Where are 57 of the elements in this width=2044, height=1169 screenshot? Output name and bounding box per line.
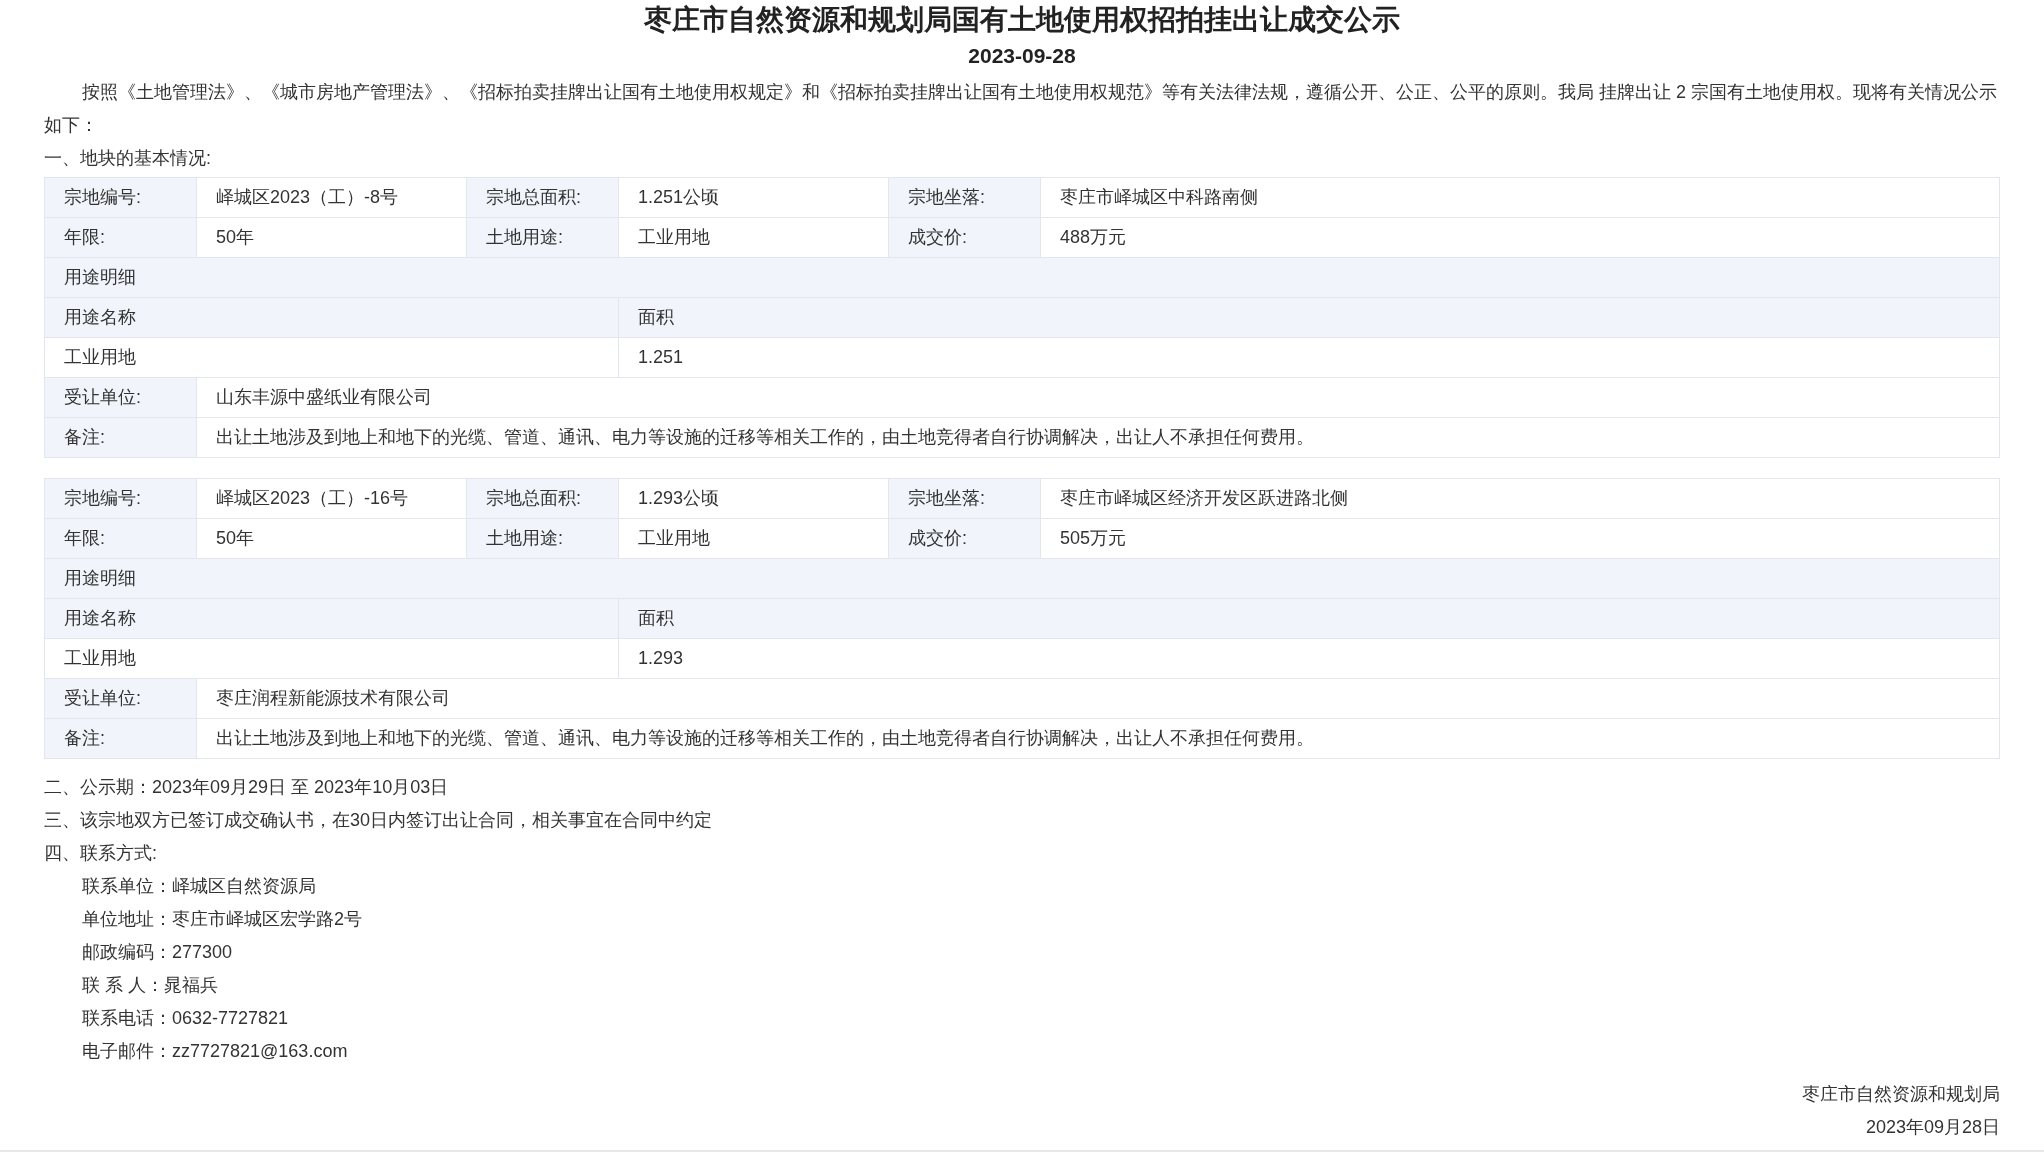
signature-org: 枣庄市自然资源和规划局 xyxy=(1802,1083,2000,1106)
section-heading: 三、该宗地双方已签订成交确认书，在30日内签订出让合同，相关事宜在合同中约定 xyxy=(44,809,714,832)
table-cell: 宗地编号: xyxy=(44,478,197,519)
publish-date: 2023-09-28 xyxy=(967,43,1077,69)
section-heading: 二、公示期：2023年09月29日 至 2023年10月03日 xyxy=(44,776,450,799)
contact-line: 联系单位：峄城区自然资源局 xyxy=(81,875,317,898)
table-cell: 出让土地涉及到地上和地下的光缆、管道、通讯、电力等设施的迁移等相关工作的，由土地竞得者自行协调解决，出让人不承担任何费用。 xyxy=(196,718,2000,759)
section-heading: 四、联系方式: xyxy=(44,842,158,865)
table-cell: 488万元 xyxy=(1040,217,2000,258)
table-cell: 成交价: xyxy=(888,518,1041,559)
table-cell: 用途明细 xyxy=(44,558,2000,599)
contact-line: 电子邮件：zz7727821@163.com xyxy=(81,1040,349,1063)
table-cell: 山东丰源中盛纸业有限公司 xyxy=(196,377,2000,418)
table-cell: 工业用地 xyxy=(44,337,619,378)
table-cell: 峄城区2023（工）-8号 xyxy=(196,177,467,218)
table-cell: 用途名称 xyxy=(44,297,619,338)
table-cell: 50年 xyxy=(196,518,467,559)
table-cell: 宗地总面积: xyxy=(466,177,619,218)
table-cell: 面积 xyxy=(618,297,2000,338)
table-cell: 受让单位: xyxy=(44,678,197,719)
table-cell: 用途明细 xyxy=(44,257,2000,298)
table-cell: 年限: xyxy=(44,217,197,258)
table-cell: 用途名称 xyxy=(44,598,619,639)
table-cell: 1.293 xyxy=(618,638,2000,679)
table-cell: 成交价: xyxy=(888,217,1041,258)
table-cell: 备注: xyxy=(44,417,197,458)
table-cell: 枣庄市峄城区经济开发区跃进路北侧 xyxy=(1040,478,2000,519)
table-cell: 峄城区2023（工）-16号 xyxy=(196,478,467,519)
table-cell: 面积 xyxy=(618,598,2000,639)
contact-line: 联 系 人：晁福兵 xyxy=(81,974,219,997)
table-cell: 宗地坐落: xyxy=(888,177,1041,218)
table-cell: 枣庄市峄城区中科路南侧 xyxy=(1040,177,2000,218)
page-title: 枣庄市自然资源和规划局国有土地使用权招拍挂出让成交公示 xyxy=(643,3,1401,37)
signature-date: 2023年09月28日 xyxy=(1865,1116,2000,1139)
table-cell: 工业用地 xyxy=(618,518,889,559)
table-cell: 工业用地 xyxy=(618,217,889,258)
table-cell: 备注: xyxy=(44,718,197,759)
table-cell: 宗地总面积: xyxy=(466,478,619,519)
table-cell: 土地用途: xyxy=(466,518,619,559)
table-cell: 土地用途: xyxy=(466,217,619,258)
contact-line: 邮政编码：277300 xyxy=(81,941,234,964)
table-cell: 年限: xyxy=(44,518,197,559)
table-cell: 出让土地涉及到地上和地下的光缆、管道、通讯、电力等设施的迁移等相关工作的，由土地竞得者自行协调解决，出让人不承担任何费用。 xyxy=(196,417,2000,458)
table-cell: 宗地坐落: xyxy=(888,478,1041,519)
table-cell: 宗地编号: xyxy=(44,177,197,218)
section-heading: 一、地块的基本情况: xyxy=(44,147,212,170)
table-cell: 枣庄润程新能源技术有限公司 xyxy=(196,678,2000,719)
table-cell: 1.293公顷 xyxy=(618,478,889,519)
table-cell: 工业用地 xyxy=(44,638,619,679)
table-cell: 受让单位: xyxy=(44,377,197,418)
table-cell: 1.251公顷 xyxy=(618,177,889,218)
table-cell: 505万元 xyxy=(1040,518,2000,559)
contact-line: 联系电话：0632-7727821 xyxy=(81,1007,290,1030)
table-cell: 1.251 xyxy=(618,337,2000,378)
contact-line: 单位地址：枣庄市峄城区宏学路2号 xyxy=(81,908,363,931)
table-cell: 50年 xyxy=(196,217,467,258)
intro-paragraph: 按照《土地管理法》、《城市房地产管理法》、《招标拍卖挂牌出让国有土地使用权规定》和《招标拍卖挂牌出让国有土地使用权规范》等有关法律法规，遵循公开、公正、公平的原则。我局 挂牌出让 2 宗国有土地使用权。现将有关情况公示如下： xyxy=(44,81,1998,137)
